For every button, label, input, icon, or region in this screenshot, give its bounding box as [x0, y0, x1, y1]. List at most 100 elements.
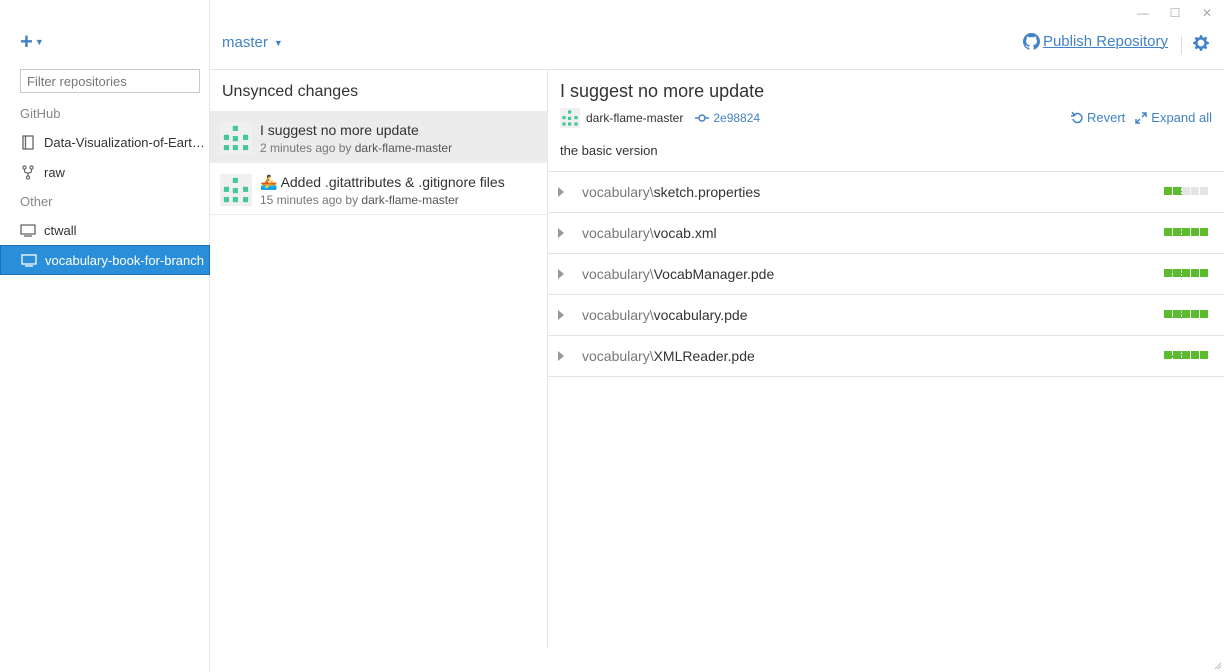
- diffstat-block-added: [1191, 351, 1199, 359]
- diffstat-block-added: [1173, 351, 1181, 359]
- fork-icon: [20, 164, 36, 180]
- computer-icon: [21, 252, 37, 268]
- changed-file-row[interactable]: vocabulary\vocabulary.pde 26: [548, 295, 1224, 336]
- changed-file-row[interactable]: vocabulary\VocabManager.pde 52: [548, 254, 1224, 295]
- diffstat-block-added: [1200, 269, 1208, 277]
- avatar: [220, 174, 252, 206]
- section-label-other: Other: [20, 194, 53, 209]
- avatar: [560, 108, 580, 128]
- disclosure-triangle-icon[interactable]: [558, 269, 564, 279]
- commit-actions: Revert Expand all: [1070, 110, 1212, 125]
- sidebar-item-data-visualization[interactable]: Data-Visualization-of-Earthquakes: [0, 127, 210, 157]
- disclosure-triangle-icon[interactable]: [558, 351, 564, 361]
- commit-sha-link[interactable]: 2e98824: [695, 111, 760, 125]
- commit-item[interactable]: I suggest no more update 2 minutes ago b…: [210, 111, 547, 163]
- disclosure-triangle-icon[interactable]: [558, 187, 564, 197]
- commit-time: 2 minutes ago by: [260, 141, 352, 155]
- commit-author: dark-flame-master: [361, 193, 459, 207]
- disclosure-triangle-icon[interactable]: [558, 310, 564, 320]
- commit-meta: 15 minutes ago by dark-flame-master: [260, 193, 459, 207]
- diffstat-block-added: [1164, 228, 1172, 236]
- github-icon: [1022, 33, 1040, 50]
- file-dir: vocabulary\: [582, 266, 654, 282]
- file-dir: vocabulary\: [582, 184, 654, 200]
- branch-name: master: [222, 34, 268, 51]
- filter-repositories-input[interactable]: [20, 69, 200, 93]
- revert-label: Revert: [1086, 110, 1126, 125]
- minimize-icon[interactable]: —: [1136, 6, 1150, 20]
- commit-title: I suggest no more update: [560, 81, 765, 101]
- expand-label: Expand all: [1151, 110, 1212, 125]
- file-path: vocabulary\XMLReader.pde: [582, 348, 755, 364]
- diffstat-block-added: [1164, 351, 1172, 359]
- publish-label: Publish Repository: [1042, 33, 1168, 50]
- diffstat-block-added: [1200, 228, 1208, 236]
- changed-file-row[interactable]: vocabulary\sketch.properties 2: [548, 172, 1224, 213]
- expand-icon: [1135, 111, 1148, 124]
- commit-icon: [695, 114, 710, 122]
- sidebar-item-label: vocabulary-book-for-branch: [45, 252, 204, 268]
- maximize-icon[interactable]: ☐: [1168, 6, 1182, 20]
- gear-icon[interactable]: [1192, 34, 1210, 52]
- file-path: vocabulary\vocab.xml: [582, 225, 717, 241]
- commit-message-row: 🚣 Added .gitattributes & .gitignore file…: [260, 174, 505, 191]
- commit-meta: 2 minutes ago by dark-flame-master: [260, 141, 452, 155]
- commit-item[interactable]: 🚣 Added .gitattributes & .gitignore file…: [210, 163, 547, 215]
- diffstat-bar: [1164, 310, 1208, 318]
- diffstat-block-added: [1173, 228, 1181, 236]
- sidebar-item-vocabulary-book[interactable]: vocabulary-book-for-branch: [0, 245, 210, 275]
- diffstat-block-added: [1191, 269, 1199, 277]
- diffstat-block-added: [1173, 310, 1181, 318]
- publish-repository-button[interactable]: Publish Repository: [1022, 33, 1168, 50]
- close-icon[interactable]: ✕: [1200, 6, 1214, 20]
- revert-button[interactable]: Revert: [1070, 110, 1126, 125]
- file-dir: vocabulary\: [582, 348, 654, 364]
- sidebar-item-label: ctwall: [44, 222, 77, 238]
- commit-description: the basic version: [560, 143, 658, 158]
- commit-detail-panel: I suggest no more update dark-flame-mast…: [548, 70, 1224, 670]
- file-path: vocabulary\VocabManager.pde: [582, 266, 774, 282]
- sidebar-item-label: raw: [44, 164, 65, 180]
- sidebar: + ▼ GitHub Data-Visualization-of-Earthqu…: [0, 0, 210, 672]
- commit-author-row: dark-flame-master 2e98824: [560, 108, 760, 128]
- top-bar: master ▼ Publish Repository: [210, 24, 1224, 70]
- branch-selector[interactable]: master ▼: [222, 34, 283, 51]
- changed-file-row[interactable]: vocabulary\XMLReader.pde 48: [548, 336, 1224, 377]
- diffstat-block-added: [1173, 187, 1181, 195]
- diffstat-block-empty: [1200, 187, 1208, 195]
- file-dir: vocabulary\: [582, 225, 654, 241]
- diffstat-block-added: [1182, 228, 1190, 236]
- computer-icon: [20, 222, 36, 238]
- file-path: vocabulary\sketch.properties: [582, 184, 760, 200]
- diffstat-block-empty: [1182, 187, 1190, 195]
- sidebar-item-raw[interactable]: raw: [0, 157, 210, 187]
- sidebar-item-ctwall[interactable]: ctwall: [0, 215, 210, 245]
- commit-message: Added .gitattributes & .gitignore files: [280, 174, 505, 190]
- rowboat-emoji-icon: 🚣: [260, 174, 278, 190]
- repo-icon: [20, 134, 36, 150]
- changed-file-row[interactable]: vocabulary\vocab.xml 13: [548, 213, 1224, 254]
- diffstat-block-added: [1191, 310, 1199, 318]
- avatar: [220, 122, 252, 154]
- section-label-github: GitHub: [20, 106, 61, 121]
- caret-down-icon: ▼: [273, 37, 283, 48]
- file-path: vocabulary\vocabulary.pde: [582, 307, 748, 323]
- add-repository-button[interactable]: + ▼: [20, 31, 44, 53]
- file-dir: vocabulary\: [582, 307, 654, 323]
- diffstat-block-added: [1173, 269, 1181, 277]
- resize-grip-icon[interactable]: [1212, 660, 1222, 670]
- changed-files-list: vocabulary\sketch.properties 2 vocabular…: [548, 171, 1224, 377]
- commit-author: dark-flame-master: [354, 141, 453, 155]
- expand-all-button[interactable]: Expand all: [1135, 110, 1212, 125]
- diffstat-bar: [1164, 351, 1208, 359]
- diffstat-block-added: [1164, 187, 1172, 195]
- sidebar-item-label: Data-Visualization-of-Earthquakes: [44, 134, 206, 150]
- history-panel: Unsynced changes I suggest no more updat…: [210, 70, 548, 648]
- window-controls: — ☐ ✕: [1136, 6, 1214, 20]
- diffstat-block-added: [1191, 228, 1199, 236]
- diffstat-bar: [1164, 187, 1208, 195]
- diffstat-block-added: [1164, 269, 1172, 277]
- disclosure-triangle-icon[interactable]: [558, 228, 564, 238]
- caret-down-icon: ▼: [34, 37, 44, 47]
- commit-time: 15 minutes ago by: [260, 193, 359, 207]
